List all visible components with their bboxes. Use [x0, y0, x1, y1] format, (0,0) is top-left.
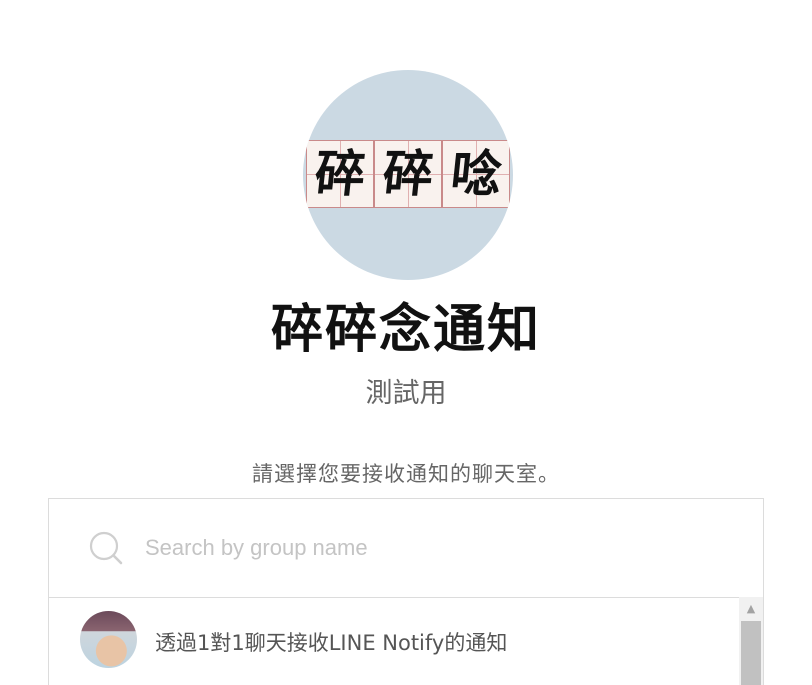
logo-cell-1: 碎	[306, 140, 374, 208]
avatar	[80, 611, 137, 668]
logo-char-1: 碎	[311, 144, 369, 203]
search-bar	[49, 499, 763, 598]
scrollbar-thumb[interactable]	[741, 621, 761, 685]
line-notify-connect-page: 碎 碎 唸 碎碎念通知 測試用 請選擇您要接收通知的聊天室。 透過1對1聊天接收…	[0, 0, 812, 685]
list-item[interactable]: 透過1對1聊天接收LINE Notify的通知	[49, 597, 739, 685]
search-icon	[89, 531, 123, 565]
select-chat-prompt: 請選擇您要接收通知的聊天室。	[252, 462, 560, 486]
logo-char-3: 唸	[447, 144, 505, 203]
logo-cell-3: 唸	[442, 140, 510, 208]
list-item-label: 透過1對1聊天接收LINE Notify的通知	[155, 631, 508, 655]
search-input[interactable]	[145, 527, 705, 569]
bot-avatar: 碎 碎 唸	[303, 70, 513, 280]
chat-selection-panel: 透過1對1聊天接收LINE Notify的通知 ▲	[48, 498, 764, 685]
logo-char-2: 碎	[379, 144, 437, 203]
logo-cell-2: 碎	[374, 140, 442, 208]
bot-name: 碎碎念通知	[270, 300, 541, 360]
chat-list: 透過1對1聊天接收LINE Notify的通知 ▲	[49, 597, 763, 685]
scroll-up-arrow-icon[interactable]: ▲	[739, 597, 763, 619]
scrollbar[interactable]: ▲	[739, 597, 763, 685]
bot-logo: 碎 碎 唸	[303, 140, 513, 208]
bot-description: 測試用	[365, 378, 447, 409]
